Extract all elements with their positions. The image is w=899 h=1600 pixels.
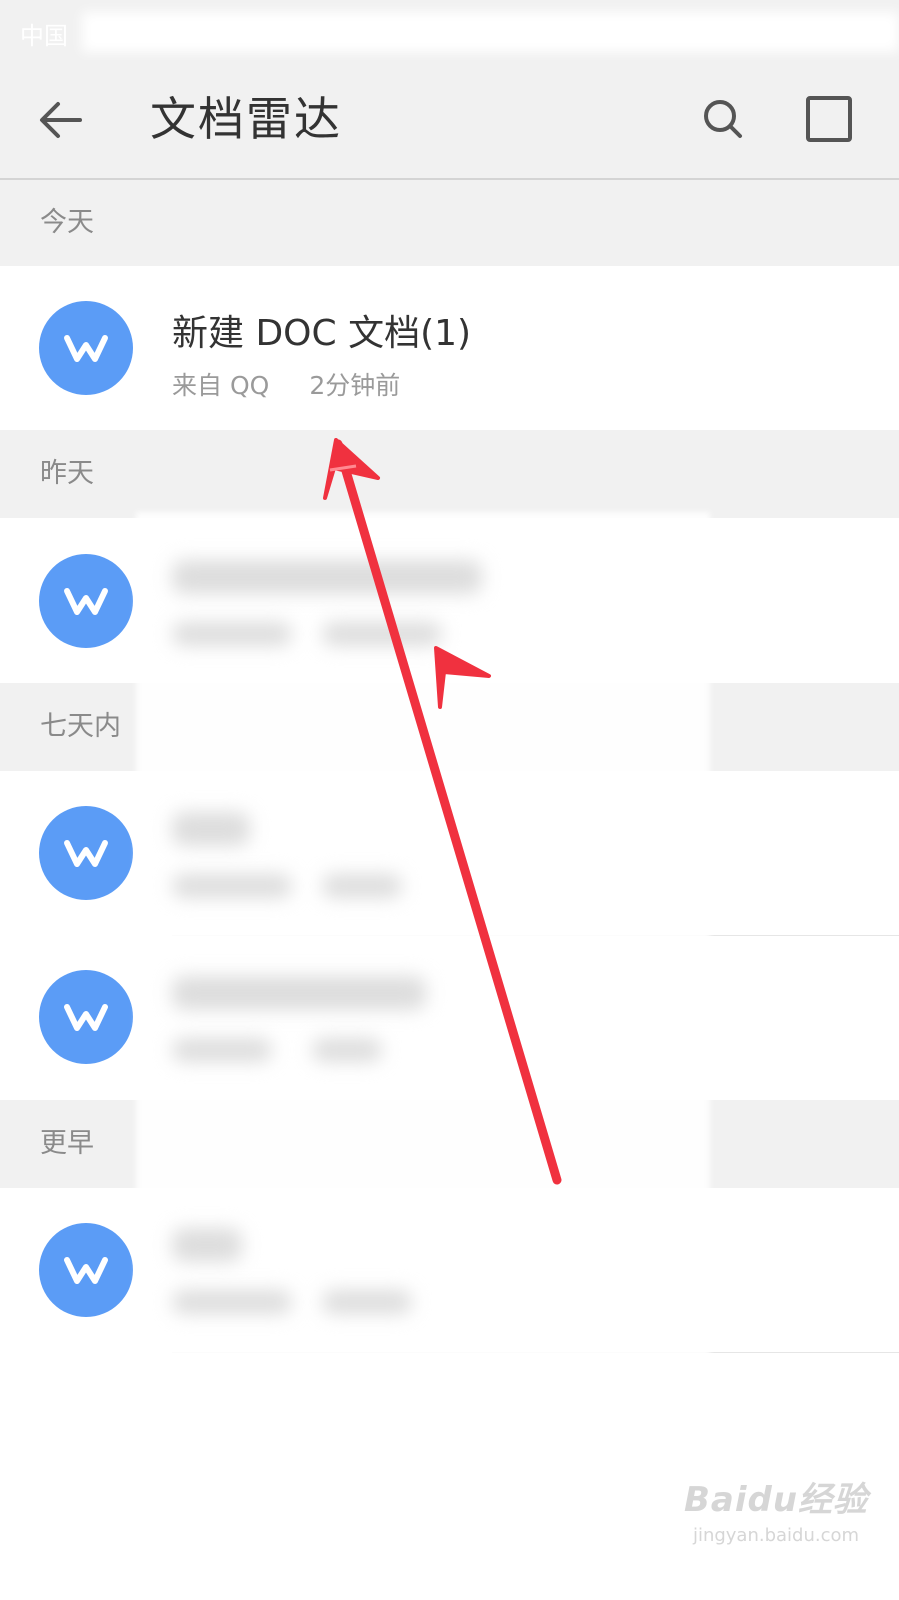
watermark-url: jingyan.baidu.com <box>692 1525 860 1546</box>
watermark: Baidu经验 jingyan.baidu.com <box>676 1472 876 1546</box>
watermark-brand: Baidu经验 <box>683 1480 869 1520</box>
annotation-arrow <box>323 438 562 1185</box>
